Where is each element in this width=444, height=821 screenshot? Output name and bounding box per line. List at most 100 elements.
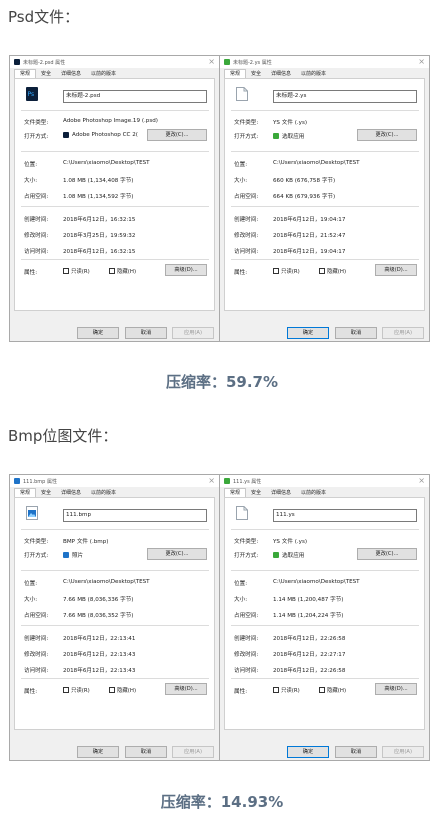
modified-time-label: 修改时间: bbox=[234, 652, 259, 658]
close-icon[interactable]: × bbox=[418, 476, 425, 485]
location-value: C:\Users\xiaomo\Desktop\TEST bbox=[273, 160, 360, 166]
close-icon[interactable]: × bbox=[418, 57, 425, 66]
modified-time-label: 修改时间: bbox=[24, 233, 49, 239]
title-bar[interactable]: 未标题-2.psd 属性 × bbox=[10, 56, 219, 68]
checkbox-box bbox=[63, 268, 69, 274]
cancel-button[interactable]: 取消 bbox=[335, 746, 377, 758]
change-button[interactable]: 更改(C)... bbox=[357, 548, 417, 560]
separator bbox=[21, 206, 209, 207]
advanced-button[interactable]: 高级(D)... bbox=[165, 264, 207, 276]
window-icon bbox=[224, 478, 230, 484]
cancel-button[interactable]: 取消 bbox=[335, 327, 377, 339]
separator bbox=[21, 110, 209, 111]
general-panel: 111.bmp 文件类型: BMP 文件 (.bmp) 打开方式: 照片 更改(C).… bbox=[14, 497, 215, 730]
size-on-disk-value: 1.08 MB (1,134,592 字节) bbox=[63, 194, 134, 200]
accessed-time-value: 2018年6月12日，19:04:17 bbox=[273, 249, 346, 255]
open-with-label: 打开方式: bbox=[234, 134, 259, 140]
cancel-button[interactable]: 取消 bbox=[125, 327, 167, 339]
apply-button[interactable]: 应用(A) bbox=[172, 327, 214, 339]
bmp-file-icon bbox=[26, 506, 38, 520]
blank-file-icon bbox=[236, 506, 248, 520]
readonly-label: 只读(R) bbox=[71, 269, 90, 275]
open-with-label: 打开方式: bbox=[24, 553, 49, 559]
location-value: C:\Users\xiaomo\Desktop\TEST bbox=[63, 579, 150, 585]
filename-input[interactable]: 未标题-2.ys bbox=[273, 90, 417, 103]
ok-button[interactable]: 确定 bbox=[287, 746, 329, 758]
separator bbox=[21, 678, 209, 679]
open-with-value: 选取应用 bbox=[273, 551, 304, 559]
title-bar[interactable]: 111.bmp 属性 × bbox=[10, 475, 219, 487]
change-button[interactable]: 更改(C)... bbox=[357, 129, 417, 141]
attributes-label: 属性: bbox=[234, 689, 248, 695]
hidden-checkbox[interactable]: 隐藏(H) bbox=[109, 686, 136, 694]
title-bar[interactable]: 111.ys 属性 × bbox=[220, 475, 429, 487]
separator bbox=[231, 151, 419, 152]
readonly-checkbox[interactable]: 只读(R) bbox=[273, 267, 300, 275]
created-time-value: 2018年6月12日，22:13:41 bbox=[63, 636, 136, 642]
properties-dialog: 111.bmp 属性 × 常规 安全 详细信息 以前的版本 111.bmp 文件类型: B… bbox=[9, 474, 220, 761]
window-title: 未标题-2.psd 属性 bbox=[23, 59, 66, 66]
window-title: 111.bmp 属性 bbox=[23, 478, 57, 485]
properties-dialog: 未标题-2.psd 属性 × 常规 安全 详细信息 以前的版本 Ps 未标题-2.ps… bbox=[9, 55, 220, 342]
apply-button[interactable]: 应用(A) bbox=[382, 746, 424, 758]
modified-time-value: 2018年6月12日，21:52:47 bbox=[273, 233, 346, 239]
change-button[interactable]: 更改(C)... bbox=[147, 548, 207, 560]
ok-button[interactable]: 确定 bbox=[77, 746, 119, 758]
size-on-disk-label: 占用空间: bbox=[234, 613, 259, 619]
close-icon[interactable]: × bbox=[208, 57, 215, 66]
readonly-checkbox[interactable]: 只读(R) bbox=[273, 686, 300, 694]
location-label: 位置: bbox=[24, 162, 38, 168]
size-label: 大小: bbox=[234, 597, 248, 603]
size-on-disk-value: 1.14 MB (1,204,224 字节) bbox=[273, 613, 344, 619]
accessed-time-label: 访问时间: bbox=[24, 668, 49, 674]
open-with-app-name: 照片 bbox=[72, 553, 84, 559]
created-time-label: 创建时间: bbox=[24, 636, 49, 642]
ok-button[interactable]: 确定 bbox=[77, 327, 119, 339]
filename-input[interactable]: 111.bmp bbox=[63, 509, 207, 522]
app-icon bbox=[273, 552, 279, 558]
title-bar[interactable]: 未标题-2.ys 属性 × bbox=[220, 56, 429, 68]
advanced-button[interactable]: 高级(D)... bbox=[165, 683, 207, 695]
location-value: C:\Users\xiaomo\Desktop\TEST bbox=[273, 579, 360, 585]
readonly-label: 只读(R) bbox=[281, 269, 300, 275]
size-label: 大小: bbox=[24, 597, 38, 603]
separator bbox=[21, 151, 209, 152]
apply-button[interactable]: 应用(A) bbox=[172, 746, 214, 758]
window-icon bbox=[14, 478, 20, 484]
advanced-button[interactable]: 高级(D)... bbox=[375, 264, 417, 276]
size-value: 1.14 MB (1,200,487 字节) bbox=[273, 597, 344, 603]
checkbox-box bbox=[273, 687, 279, 693]
accessed-time-value: 2018年6月12日，16:32:15 bbox=[63, 249, 136, 255]
readonly-checkbox[interactable]: 只读(R) bbox=[63, 267, 90, 275]
advanced-button[interactable]: 高级(D)... bbox=[375, 683, 417, 695]
separator bbox=[231, 206, 419, 207]
properties-dialog: 未标题-2.ys 属性 × 常规 安全 详细信息 以前的版本 未标题-2.ys 文件类型… bbox=[219, 55, 430, 342]
filename-input[interactable]: 111.ys bbox=[273, 509, 417, 522]
file-type-value: Adobe Photoshop Image.19 (.psd) bbox=[63, 118, 158, 124]
file-type-label: 文件类型: bbox=[234, 120, 259, 126]
cancel-button[interactable]: 取消 bbox=[125, 746, 167, 758]
hidden-label: 隐藏(H) bbox=[327, 269, 347, 275]
readonly-checkbox[interactable]: 只读(R) bbox=[63, 686, 90, 694]
hidden-checkbox[interactable]: 隐藏(H) bbox=[319, 267, 346, 275]
ok-button[interactable]: 确定 bbox=[287, 327, 329, 339]
psd-file-icon: Ps bbox=[26, 87, 38, 101]
properties-dialog: 111.ys 属性 × 常规 安全 详细信息 以前的版本 111.ys 文件类型: YS … bbox=[219, 474, 430, 761]
attributes-label: 属性: bbox=[24, 689, 38, 695]
file-type-value: YS 文件 (.ys) bbox=[273, 539, 308, 545]
general-panel: 未标题-2.ys 文件类型: YS 文件 (.ys) 打开方式: 选取应用 更改(C)… bbox=[224, 78, 425, 311]
hidden-label: 隐藏(H) bbox=[117, 688, 137, 694]
hidden-checkbox[interactable]: 隐藏(H) bbox=[109, 267, 136, 275]
filename-input[interactable]: 未标题-2.psd bbox=[63, 90, 207, 103]
size-value: 660 KB (676,758 字节) bbox=[273, 178, 336, 184]
hidden-label: 隐藏(H) bbox=[327, 688, 347, 694]
attributes-label: 属性: bbox=[24, 270, 38, 276]
open-with-app-name: 选取应用 bbox=[282, 134, 305, 140]
checkbox-box bbox=[319, 687, 325, 693]
hidden-checkbox[interactable]: 隐藏(H) bbox=[319, 686, 346, 694]
close-icon[interactable]: × bbox=[208, 476, 215, 485]
change-button[interactable]: 更改(C)... bbox=[147, 129, 207, 141]
apply-button[interactable]: 应用(A) bbox=[382, 327, 424, 339]
accessed-time-label: 访问时间: bbox=[234, 668, 259, 674]
file-type-value: YS 文件 (.ys) bbox=[273, 120, 308, 126]
